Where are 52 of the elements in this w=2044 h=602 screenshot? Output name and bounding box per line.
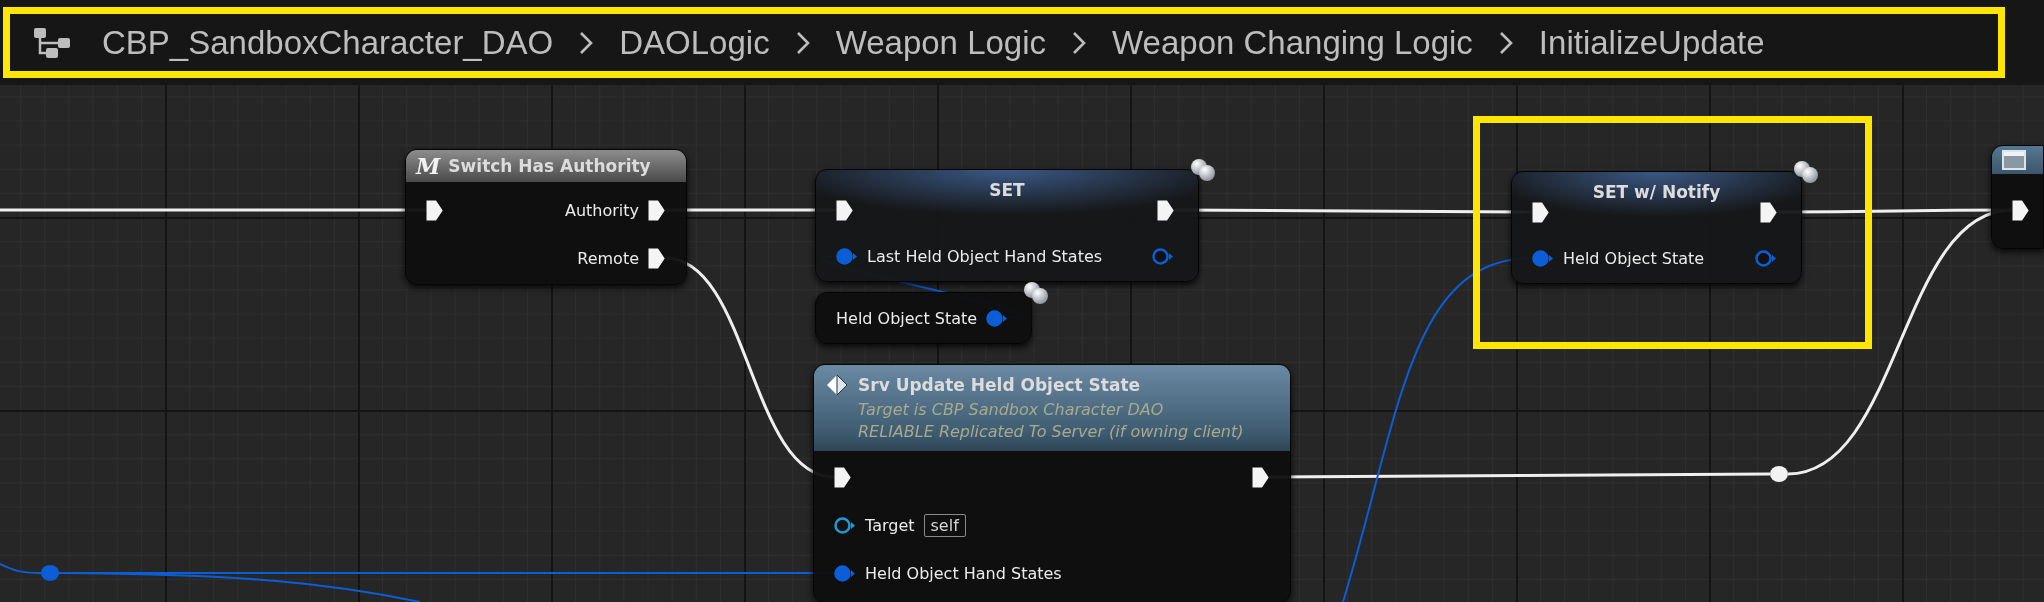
chevron-icon — [1498, 30, 1513, 55]
node-description: Target is CBP Sandbox Character DAO — [857, 399, 1165, 421]
chevron-icon — [579, 30, 594, 55]
exec-pin-icon[interactable] — [2012, 199, 2029, 221]
breadcrumb-item[interactable]: CBP_SandboxCharacter_DAO — [102, 23, 554, 62]
blueprint-node[interactable]: Srv Update Held Object State Target is CBP Sandbox Character DAO RELIABLE Replicated To Server (if owning client) Target self Held Object Hand States — [813, 364, 1291, 602]
chevron-icon — [1072, 30, 1087, 55]
data-pin-icon[interactable] — [1152, 247, 1174, 265]
object-pin-icon[interactable] — [834, 516, 856, 534]
blueprint-node[interactable]: M Switch Has Authority Authority Remote — [405, 149, 687, 285]
exec-pin-icon[interactable] — [1760, 201, 1777, 223]
data-pin-icon[interactable] — [836, 247, 858, 265]
pin-label: Held Object Hand States — [865, 563, 1062, 583]
node-title: Srv Update Held Object State — [858, 375, 1141, 395]
breadcrumb-item[interactable]: Weapon Changing Logic — [1112, 23, 1473, 62]
exec-pin-icon[interactable] — [834, 466, 851, 488]
data-pin-icon[interactable] — [1532, 249, 1554, 267]
breadcrumb-item[interactable]: Weapon Logic — [835, 23, 1047, 62]
wire — [0, 563, 42, 574]
reroute-knot[interactable] — [1770, 466, 1788, 482]
pin-label: Held Object State — [836, 308, 978, 328]
blueprint-node[interactable]: SET w/ Notify Held Object State — [1511, 171, 1802, 284]
exec-pin-icon[interactable] — [426, 199, 443, 221]
blueprint-node[interactable] — [1991, 145, 2044, 249]
pin-label: Target — [865, 515, 915, 535]
default-value-field[interactable]: self — [923, 513, 966, 537]
exec-pin-icon[interactable] — [648, 199, 665, 221]
pin-label: Authority — [564, 200, 639, 220]
exec-pin-icon[interactable] — [836, 199, 853, 221]
exec-pin-icon[interactable] — [1157, 199, 1174, 221]
chevron-icon — [795, 30, 810, 55]
exec-pin-icon[interactable] — [648, 247, 665, 269]
pin-label: Held Object State — [1563, 248, 1705, 268]
breadcrumb-item[interactable]: InitializeUpdate — [1538, 23, 1765, 62]
data-pin-icon[interactable] — [834, 564, 856, 582]
function-icon — [826, 374, 848, 396]
exec-pin-icon[interactable] — [1252, 466, 1269, 488]
window-icon — [2002, 150, 2026, 170]
blueprint-node[interactable]: Held Object State — [815, 292, 1032, 344]
node-title: SET — [988, 179, 1026, 202]
breadcrumb-item[interactable]: DAOLogic — [619, 23, 770, 62]
data-pin-icon[interactable] — [986, 309, 1009, 327]
node-title: SET w/ Notify — [1591, 181, 1722, 204]
node-description: RELIABLE Replicated To Server (if owning client) — [857, 421, 1245, 443]
data-pin-icon[interactable] — [1755, 249, 1777, 267]
pin-label: Last Held Object Hand States — [867, 246, 1103, 266]
blueprint-node[interactable]: SET Last Held Object Hand States — [815, 169, 1199, 282]
graph-icon — [32, 25, 72, 60]
exec-pin-icon[interactable] — [1532, 201, 1549, 223]
node-title: Switch Has Authority — [448, 156, 651, 176]
pin-label: Remote — [577, 248, 639, 268]
macro-icon: M — [416, 153, 441, 179]
